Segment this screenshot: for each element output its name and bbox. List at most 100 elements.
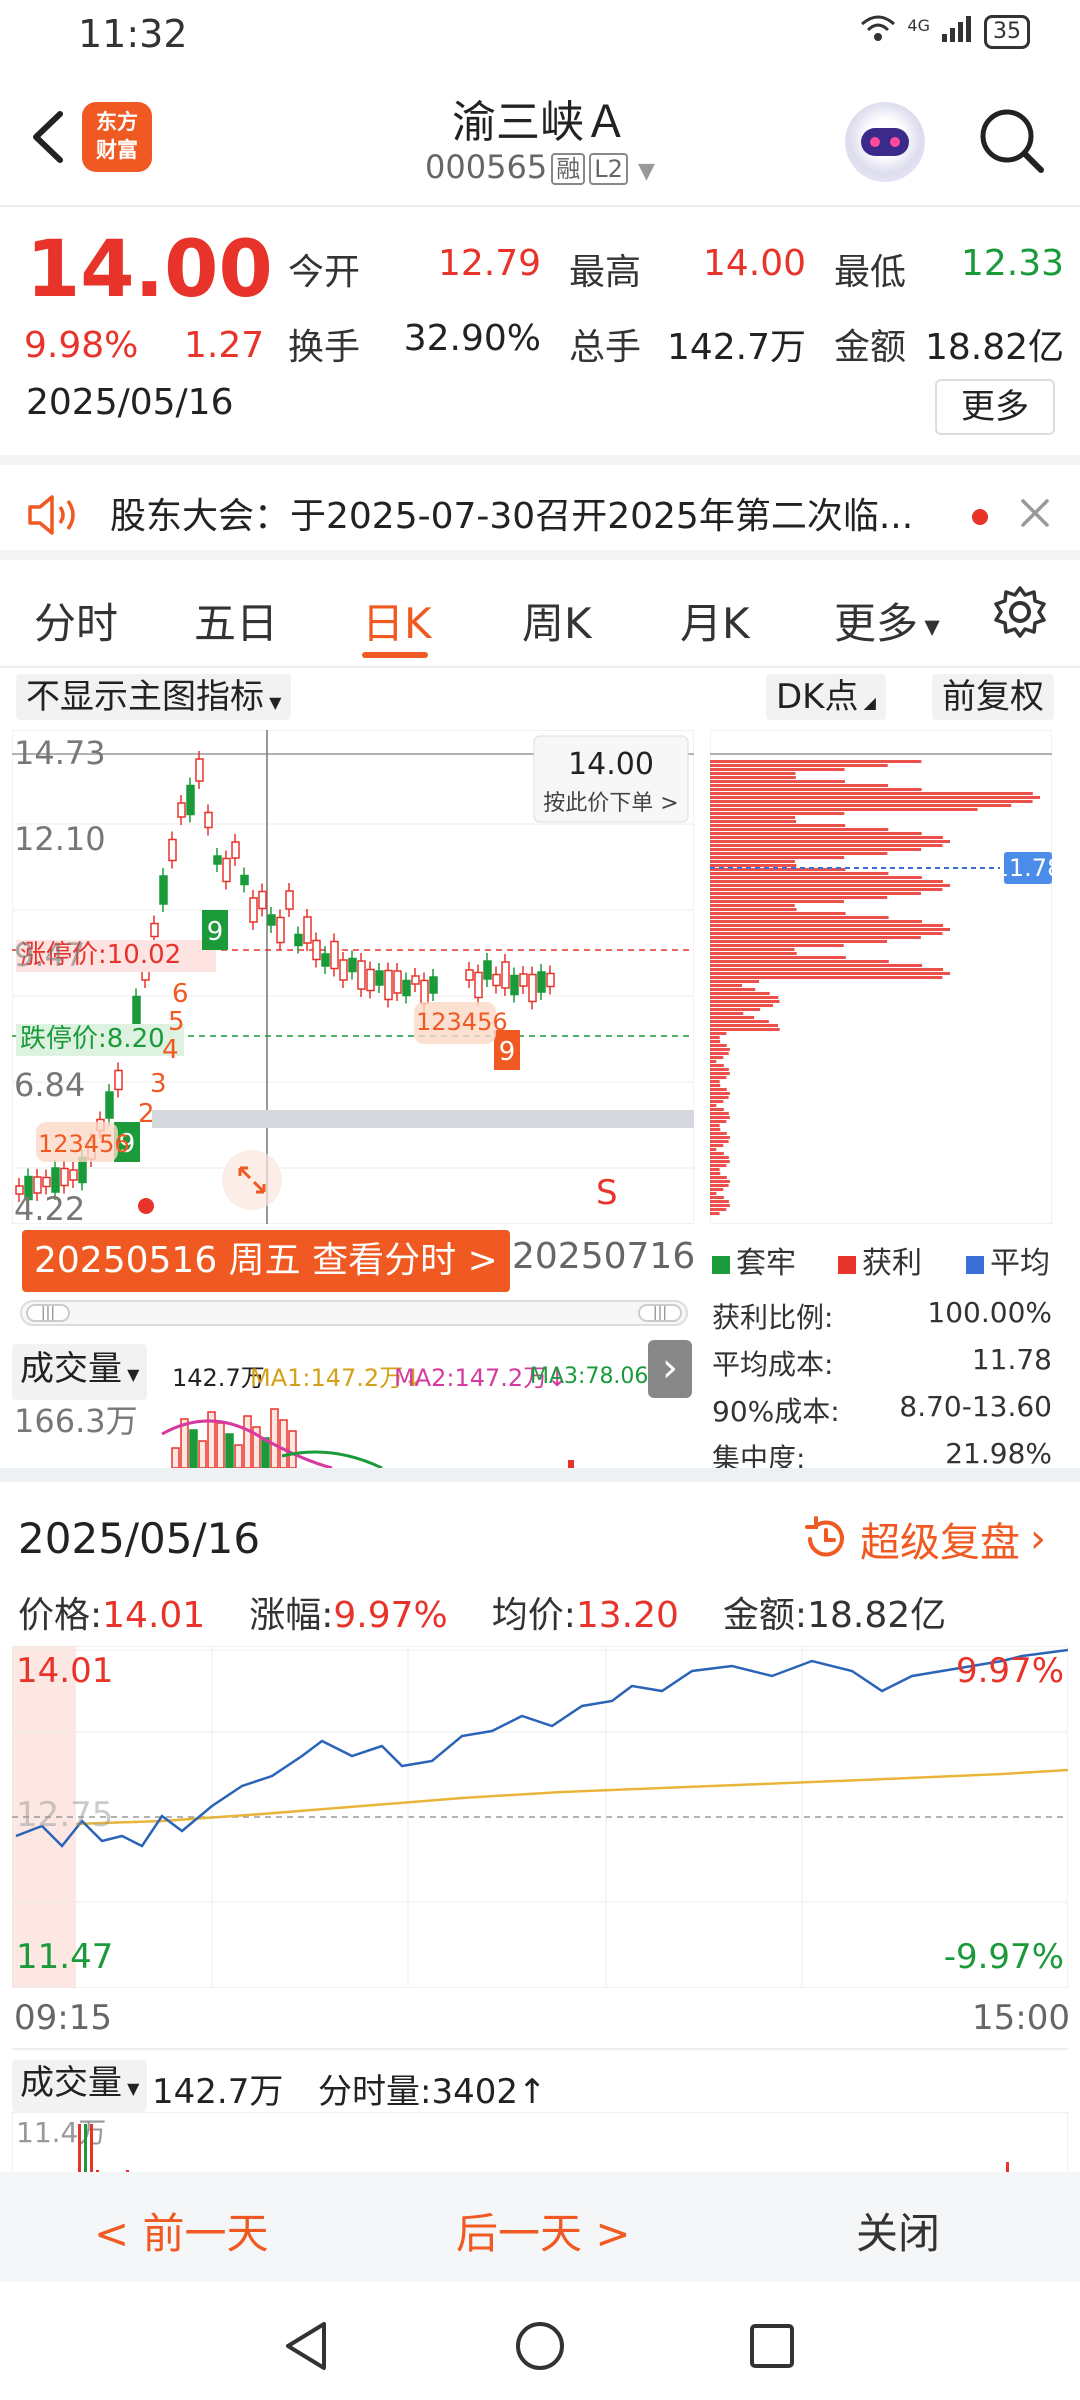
previous-day-button[interactable]: < 前一天: [94, 2200, 269, 2261]
tab-daily-k[interactable]: 日K: [362, 590, 432, 651]
chip-bar: [710, 804, 1012, 807]
system-navigation-bar: [0, 2282, 1080, 2400]
home-circle-icon[interactable]: [512, 2318, 568, 2374]
y-bottom-label: 11.47: [16, 1937, 113, 1977]
seq-num-3: 3: [150, 1069, 167, 1099]
kchart-y-label-4: 6.84: [14, 1066, 85, 1104]
next-day-button[interactable]: 后一天 >: [456, 2200, 631, 2261]
candle-body: [195, 758, 204, 782]
chip-bar: [710, 944, 844, 947]
candle-body: [51, 1167, 60, 1193]
active-tab-indicator: [362, 652, 428, 658]
volume-bar: [568, 1460, 574, 1468]
chip-bar: [710, 960, 889, 963]
assistant-robot-icon[interactable]: [845, 102, 925, 182]
y-mid-label: 12.75: [16, 1795, 113, 1835]
close-icon[interactable]: [1015, 493, 1055, 533]
chip-bar: [710, 932, 943, 935]
notice-text: 股东大会：于2025-07-30召开2025年第二次临...: [110, 496, 914, 537]
dk-point-select[interactable]: DK点 ◢: [766, 674, 886, 720]
candle-body: [105, 1091, 114, 1119]
candle-body: [366, 968, 375, 992]
gear-icon[interactable]: [990, 582, 1050, 642]
stock-header: 东方 财富 渝三峡Ａ 000565 融 L2 ▼: [0, 72, 1080, 207]
chip-bar: [710, 1028, 780, 1031]
selected-date-button[interactable]: 20250516 周五 查看分时 >: [22, 1230, 510, 1292]
candle-body: [285, 890, 294, 910]
pct-field: 涨幅:9.97%: [249, 1586, 448, 1638]
intraday-volume-total: 142.7万: [152, 2072, 284, 2112]
tab-intraday[interactable]: 分时: [34, 590, 118, 651]
tab-five-day[interactable]: 五日: [194, 590, 278, 651]
chip-bar: [710, 1100, 724, 1103]
chip-stat-key: 获利比例:: [712, 1301, 834, 1334]
candle-body: [420, 979, 429, 1005]
candle-body: [528, 973, 537, 1003]
chip-distribution-chart: 11.78: [710, 730, 1052, 1224]
chip-bar: [710, 940, 888, 943]
tab-more[interactable]: 更多 ▼: [834, 590, 940, 651]
intraday-line-chart[interactable]: 14.01 12.75 11.47 9.97% -9.97%: [12, 1646, 1068, 1988]
chip-bar: [710, 1048, 730, 1051]
gap-band: [152, 1110, 694, 1128]
chip-bar: [710, 1124, 720, 1127]
more-quote-button[interactable]: 更多: [935, 379, 1055, 435]
expand-icon[interactable]: [222, 1150, 282, 1210]
chip-bar: [710, 916, 889, 919]
legend-profit-swatch: [838, 1255, 856, 1274]
chip-bar: [710, 1148, 717, 1151]
chip-bar: [710, 1004, 774, 1007]
search-icon[interactable]: [975, 104, 1047, 176]
intraday-volume-select[interactable]: 成交量 ▼: [12, 2060, 148, 2112]
expand-right-button[interactable]: ›: [648, 1340, 692, 1398]
chip-bar: [710, 1000, 780, 1003]
kline-chart[interactable]: 涨停价:10.02 跌停价:8.20 14.73 12.10 9.47 6.84…: [12, 730, 694, 1224]
chip-bar: [710, 1212, 720, 1215]
tab-weekly-k[interactable]: 周K: [522, 590, 592, 651]
candle-body: [267, 914, 276, 926]
main-indicator-select[interactable]: 不显示主图指标 ▼: [16, 674, 292, 720]
volume-bar: [288, 1430, 297, 1468]
tab-monthly-k[interactable]: 月K: [680, 590, 750, 651]
candle-body: [159, 875, 168, 905]
chip-bar: [710, 872, 889, 875]
seq-num-5: 5: [168, 1007, 185, 1037]
avg-cost-label: 11.78: [994, 854, 1052, 882]
kline-range-slider[interactable]: ||| |||: [20, 1300, 688, 1326]
chip-bar: [710, 924, 943, 927]
back-triangle-icon[interactable]: [280, 2318, 336, 2374]
legend-average: 平均: [966, 1238, 1050, 1282]
signal-icon: [940, 14, 974, 50]
candle-body: [150, 922, 159, 938]
sequence-mid-label: 123456: [416, 1008, 508, 1036]
candle-body: [42, 1176, 51, 1188]
chip-bar: [710, 864, 797, 867]
chip-bar: [710, 1208, 727, 1211]
chip-bar: [710, 1016, 755, 1019]
close-button[interactable]: 关闭: [856, 2200, 940, 2261]
chip-bar: [710, 800, 1033, 803]
candle-body: [132, 995, 141, 1025]
slider-right-handle[interactable]: |||: [638, 1304, 682, 1322]
chip-bar: [710, 1056, 724, 1059]
candle-body: [177, 802, 186, 818]
status-bar: 11:32 4G 35: [0, 0, 1080, 72]
pct-top-label: 9.97%: [956, 1651, 1064, 1691]
main-indicator-label: 不显示主图指标: [26, 677, 264, 717]
adjust-select[interactable]: 前复权: [932, 674, 1054, 720]
caret-down-icon: ▼: [122, 1365, 140, 1384]
notice-banner[interactable]: 股东大会：于2025-07-30召开2025年第二次临...: [0, 455, 1080, 560]
low-label: 最低: [834, 251, 907, 293]
volume-indicator-select[interactable]: 成交量 ▼: [12, 1344, 148, 1400]
open-label: 今开: [288, 251, 361, 293]
chip-bar: [710, 828, 889, 831]
chip-bar: [710, 984, 743, 987]
slider-left-handle[interactable]: |||: [26, 1304, 70, 1322]
recents-square-icon[interactable]: [744, 2318, 800, 2374]
candle-body: [411, 975, 420, 985]
chip-bar: [710, 844, 943, 847]
super-replay-button[interactable]: 超级复盘 ›: [800, 1510, 1046, 1568]
chip-bar: [710, 1172, 721, 1175]
chip-bar: [710, 1044, 727, 1047]
price-tooltip[interactable]: 14.00 按此价下单 >: [533, 735, 689, 823]
